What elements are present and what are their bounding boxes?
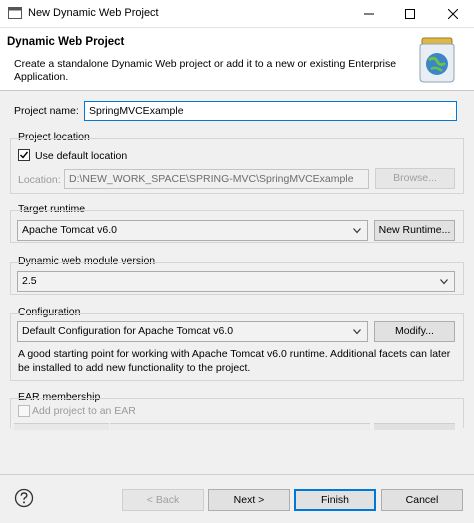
new-runtime-button[interactable]: New Runtime... <box>374 220 455 241</box>
project-name-input[interactable]: SpringMVCExample <box>84 101 457 121</box>
cancel-button[interactable]: Cancel <box>381 489 463 511</box>
chevron-down-icon <box>353 228 361 234</box>
wizard-title: Dynamic Web Project <box>7 36 125 48</box>
footer-separator <box>0 474 474 475</box>
minimize-button[interactable] <box>348 0 390 27</box>
use-default-location-checkbox[interactable] <box>18 149 30 161</box>
add-to-ear-checkbox[interactable] <box>18 405 30 417</box>
window-app-icon <box>8 7 22 19</box>
chevron-down-icon <box>353 329 361 335</box>
target-runtime-value: Apache Tomcat v6.0 <box>22 224 117 236</box>
ear-new-project-button-stub <box>374 423 455 430</box>
minimize-icon <box>364 13 374 14</box>
maximize-button[interactable] <box>389 0 431 27</box>
modify-button[interactable]: Modify... <box>374 321 455 342</box>
help-icon[interactable] <box>14 488 34 508</box>
window-title: New Dynamic Web Project <box>28 7 159 19</box>
close-button[interactable] <box>432 0 474 27</box>
wizard-header: Dynamic Web Project Create a standalone … <box>0 28 474 91</box>
project-name-label: Project name: <box>14 105 79 117</box>
configuration-description: A good starting point for working with A… <box>18 348 451 374</box>
wizard-description: Create a standalone Dynamic Web project … <box>14 58 397 83</box>
location-input[interactable]: D:\NEW_WORK_SPACE\SPRING-MVC\SpringMVCEx… <box>64 169 369 189</box>
target-runtime-select[interactable]: Apache Tomcat v6.0 <box>17 220 368 241</box>
use-default-location-label: Use default location <box>35 150 128 162</box>
location-label: Location: <box>18 174 61 186</box>
finish-button[interactable]: Finish <box>294 489 376 511</box>
web-project-jar-icon <box>419 37 455 83</box>
title-bar: New Dynamic Web Project <box>0 0 474 28</box>
module-version-value: 2.5 <box>22 275 37 287</box>
back-button[interactable]: < Back <box>122 489 204 511</box>
configuration-value: Default Configuration for Apache Tomcat … <box>22 325 234 337</box>
chevron-down-icon <box>440 279 448 285</box>
ear-project-select-stub <box>110 423 370 430</box>
browse-button[interactable]: Browse... <box>375 168 455 189</box>
add-to-ear-label: Add project to an EAR <box>32 405 136 417</box>
ear-project-label-stub <box>14 423 109 430</box>
checkmark-icon <box>20 151 29 159</box>
close-icon <box>448 8 458 19</box>
module-version-select[interactable]: 2.5 <box>17 271 455 292</box>
configuration-select[interactable]: Default Configuration for Apache Tomcat … <box>17 321 368 342</box>
maximize-icon <box>405 8 415 19</box>
next-button[interactable]: Next > <box>208 489 290 511</box>
